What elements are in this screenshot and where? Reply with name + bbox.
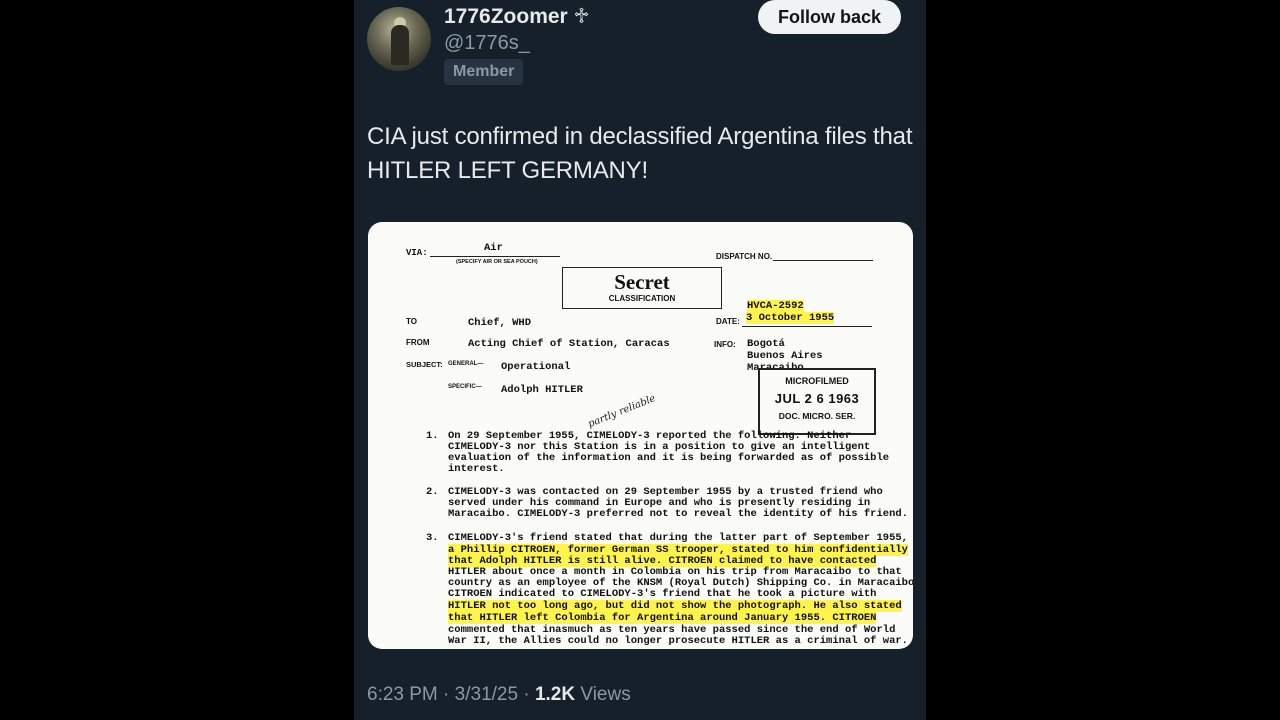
doc-info-label: INFO: bbox=[714, 340, 736, 349]
classification-label: CLASSIFICATION bbox=[608, 294, 676, 303]
doc-info-value-2: Buenos Aires bbox=[747, 350, 823, 362]
paragraph-number: 3. bbox=[426, 532, 439, 544]
doc-via-label: VIA: bbox=[406, 248, 428, 258]
stamp-line-1: MICROFILMED bbox=[785, 376, 849, 386]
doc-specific-label: SPECIFIC— bbox=[448, 384, 482, 390]
avatar-figure-body bbox=[391, 25, 409, 65]
doc-text-line: CIMELODY-3's friend stated that during t… bbox=[448, 532, 908, 544]
tweet-text: CIA just confirmed in declassified Argen… bbox=[367, 123, 913, 184]
stamp-line-3: DOC. MICRO. SER. bbox=[778, 411, 856, 421]
classification-box: Secret CLASSIFICATION bbox=[562, 267, 722, 309]
views-label[interactable]: Views bbox=[580, 684, 630, 705]
doc-text-line-highlighted: HITLER not too long ago, but did not sho… bbox=[448, 600, 902, 612]
handwritten-annotation: partly reliable bbox=[586, 392, 658, 431]
doc-from-label: FROM bbox=[406, 338, 430, 347]
author-avatar[interactable] bbox=[367, 7, 431, 71]
doc-date-value: 3 October 1955 bbox=[746, 312, 835, 324]
microfilmed-stamp: MICROFILMED JUL 2 6 1963 DOC. MICRO. SER… bbox=[758, 368, 876, 435]
paragraph-number: 2. bbox=[426, 486, 439, 498]
doc-specific-value: Adolph HITLER bbox=[501, 384, 583, 396]
member-badge: Member bbox=[444, 59, 524, 85]
doc-date-label: DATE: bbox=[716, 317, 740, 326]
views-count[interactable]: 1.2K bbox=[535, 684, 575, 705]
doc-general-label: GENERAL— bbox=[448, 361, 484, 367]
doc-general-value: Operational bbox=[501, 361, 571, 373]
doc-text-line: CITROEN indicated to CIMELODY-3's friend… bbox=[448, 588, 877, 600]
doc-info-value-1: Bogotá bbox=[747, 338, 785, 350]
author-handle[interactable]: @1776s_ bbox=[444, 32, 530, 55]
follow-back-button[interactable]: Follow back bbox=[758, 0, 901, 34]
doc-rule bbox=[773, 260, 873, 261]
doc-via-hint: (SPECIFY AIR OR SEA POUCH) bbox=[456, 259, 538, 265]
stamp-line-2: JUL 2 6 1963 bbox=[774, 391, 860, 406]
doc-from-value: Acting Chief of Station, Caracas bbox=[468, 338, 670, 350]
doc-rule bbox=[742, 326, 872, 327]
doc-to-label: TO bbox=[406, 317, 417, 326]
doc-dispatch-label: DISPATCH NO. bbox=[716, 252, 773, 261]
classification-value: Secret bbox=[614, 270, 670, 294]
doc-text-line-highlighted: that HITLER left Colombia for Argentina … bbox=[448, 612, 877, 624]
doc-to-value: Chief, WHD bbox=[468, 317, 532, 329]
meta-separator: · bbox=[523, 684, 530, 705]
doc-text-line: Maracaibo. CIMELODY-3 preferred not to r… bbox=[448, 508, 908, 520]
doc-text-line: evaluation of the information and it is … bbox=[448, 452, 890, 464]
doc-subject-label: SUBJECT: bbox=[406, 360, 443, 369]
tweet-panel: 1776Zoomer ♱ @1776s_ Member Follow back … bbox=[354, 0, 926, 720]
doc-text-line: War II, the Allies could no longer prose… bbox=[448, 635, 908, 647]
doc-text-line: interest. bbox=[448, 463, 505, 475]
tweet-meta: 6:23 PM · 3/31/25 · 1.2K Views bbox=[367, 684, 631, 706]
tweet-time[interactable]: 6:23 PM bbox=[367, 684, 438, 705]
doc-rule bbox=[430, 256, 560, 257]
doc-via-value: Air bbox=[484, 242, 503, 254]
doc-dispatch-number: HVCA-2592 bbox=[747, 300, 804, 312]
paragraph-number: 1. bbox=[426, 430, 439, 442]
tweet-date[interactable]: 3/31/25 bbox=[455, 684, 518, 705]
document-image[interactable]: VIA: Air (SPECIFY AIR OR SEA POUCH) DISP… bbox=[368, 222, 913, 649]
meta-separator: · bbox=[443, 684, 450, 705]
author-display-name[interactable]: 1776Zoomer ♱ bbox=[444, 4, 590, 29]
